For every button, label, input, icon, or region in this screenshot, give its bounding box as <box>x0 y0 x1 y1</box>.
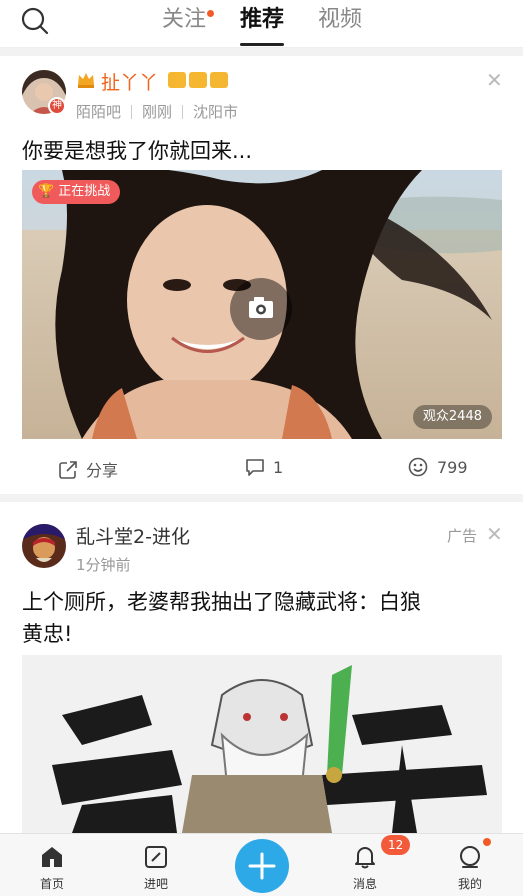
close-icon[interactable]: ✕ <box>486 522 503 546</box>
top-bar: 关注 推荐 视频 <box>0 0 523 48</box>
like-button[interactable]: 799 <box>407 457 468 477</box>
comment-count: 1 <box>273 458 284 477</box>
post2-time: 1分钟前 <box>76 556 131 574</box>
nav-profile-label: 我的 <box>457 877 482 891</box>
divider <box>0 48 523 56</box>
camera-icon <box>249 297 273 318</box>
tab-following[interactable]: 关注 <box>162 6 215 46</box>
rank-badge-icon <box>210 72 228 88</box>
nav-groups[interactable]: 进吧 <box>116 834 196 896</box>
ad-label: 广告 <box>447 527 478 545</box>
bell-icon <box>352 844 378 874</box>
face-like-icon <box>408 457 428 477</box>
post2-game-art <box>22 655 502 833</box>
feed-tabs: 关注 推荐 视频 <box>0 0 523 48</box>
tab-video[interactable]: 视频 <box>318 6 362 46</box>
like-count: 799 <box>437 458 468 477</box>
post1-media[interactable]: 🏆 正在挑战 观众2448 <box>22 170 502 439</box>
member-badge-icon <box>189 72 207 88</box>
post2-username[interactable]: 乱斗堂2-进化 <box>76 522 190 549</box>
profile-notification-dot <box>483 838 491 846</box>
home-icon <box>39 844 65 874</box>
live-camera-button[interactable] <box>230 278 292 340</box>
close-icon[interactable]: ✕ <box>486 68 503 92</box>
share-button[interactable]: 分享 <box>58 457 118 481</box>
source-label[interactable]: 陌陌吧 <box>76 103 121 121</box>
profile-icon <box>457 844 483 874</box>
post2-text[interactable]: 上个厕所，老婆帮我抽出了隐藏武将：白狼 黄忠! <box>22 586 421 650</box>
notification-dot <box>207 10 215 17</box>
nav-groups-label: 进吧 <box>143 877 168 891</box>
message-badge: 12 <box>381 835 411 855</box>
location-label: 沈阳市 <box>193 103 239 121</box>
trophy-icon: 🏆 <box>38 184 55 199</box>
post2-text-line1: 上个厕所，老婆帮我抽出了隐藏武将：白狼 <box>22 590 421 614</box>
avatar-badge: 神 <box>48 97 66 115</box>
tab-recommended[interactable]: 推荐 <box>240 6 285 46</box>
vip-badge-icon <box>168 72 186 88</box>
comment-button[interactable]: 1 <box>245 457 283 477</box>
nav-profile[interactable]: 我的 <box>430 834 510 896</box>
challenge-badge: 🏆 正在挑战 <box>32 180 121 204</box>
challenge-badge-label: 正在挑战 <box>58 184 111 199</box>
nav-home-label: 首页 <box>39 877 64 891</box>
post1-username[interactable]: 扯丫丫 <box>101 68 158 95</box>
level-badges <box>168 72 228 88</box>
crown-icon <box>76 70 96 94</box>
nav-home[interactable]: 首页 <box>12 834 92 896</box>
share-icon <box>59 461 77 479</box>
post1-meta: 陌陌吧 刚刚 沈阳市 <box>76 101 238 122</box>
advertiser-avatar[interactable] <box>22 524 66 568</box>
post1-text[interactable]: 你要是想我了你就回来... <box>22 135 252 167</box>
plus-icon <box>248 852 276 880</box>
time-label: 刚刚 <box>142 103 173 121</box>
share-label: 分享 <box>86 461 119 480</box>
comment-icon <box>246 459 264 476</box>
divider <box>0 494 523 502</box>
tab-video-label: 视频 <box>318 7 363 32</box>
edit-square-icon <box>143 844 169 874</box>
tab-recommended-label: 推荐 <box>240 7 285 32</box>
nav-messages-label: 消息 <box>352 877 377 891</box>
post2-text-line2: 黄忠! <box>22 622 73 646</box>
create-post-button[interactable] <box>235 839 289 893</box>
post2-media[interactable] <box>22 655 502 833</box>
meta-divider <box>182 105 184 119</box>
avatar-badge-text: 神 <box>52 100 62 111</box>
viewer-count: 观众2448 <box>412 405 492 429</box>
tab-following-label: 关注 <box>162 7 207 32</box>
meta-divider <box>131 105 133 119</box>
